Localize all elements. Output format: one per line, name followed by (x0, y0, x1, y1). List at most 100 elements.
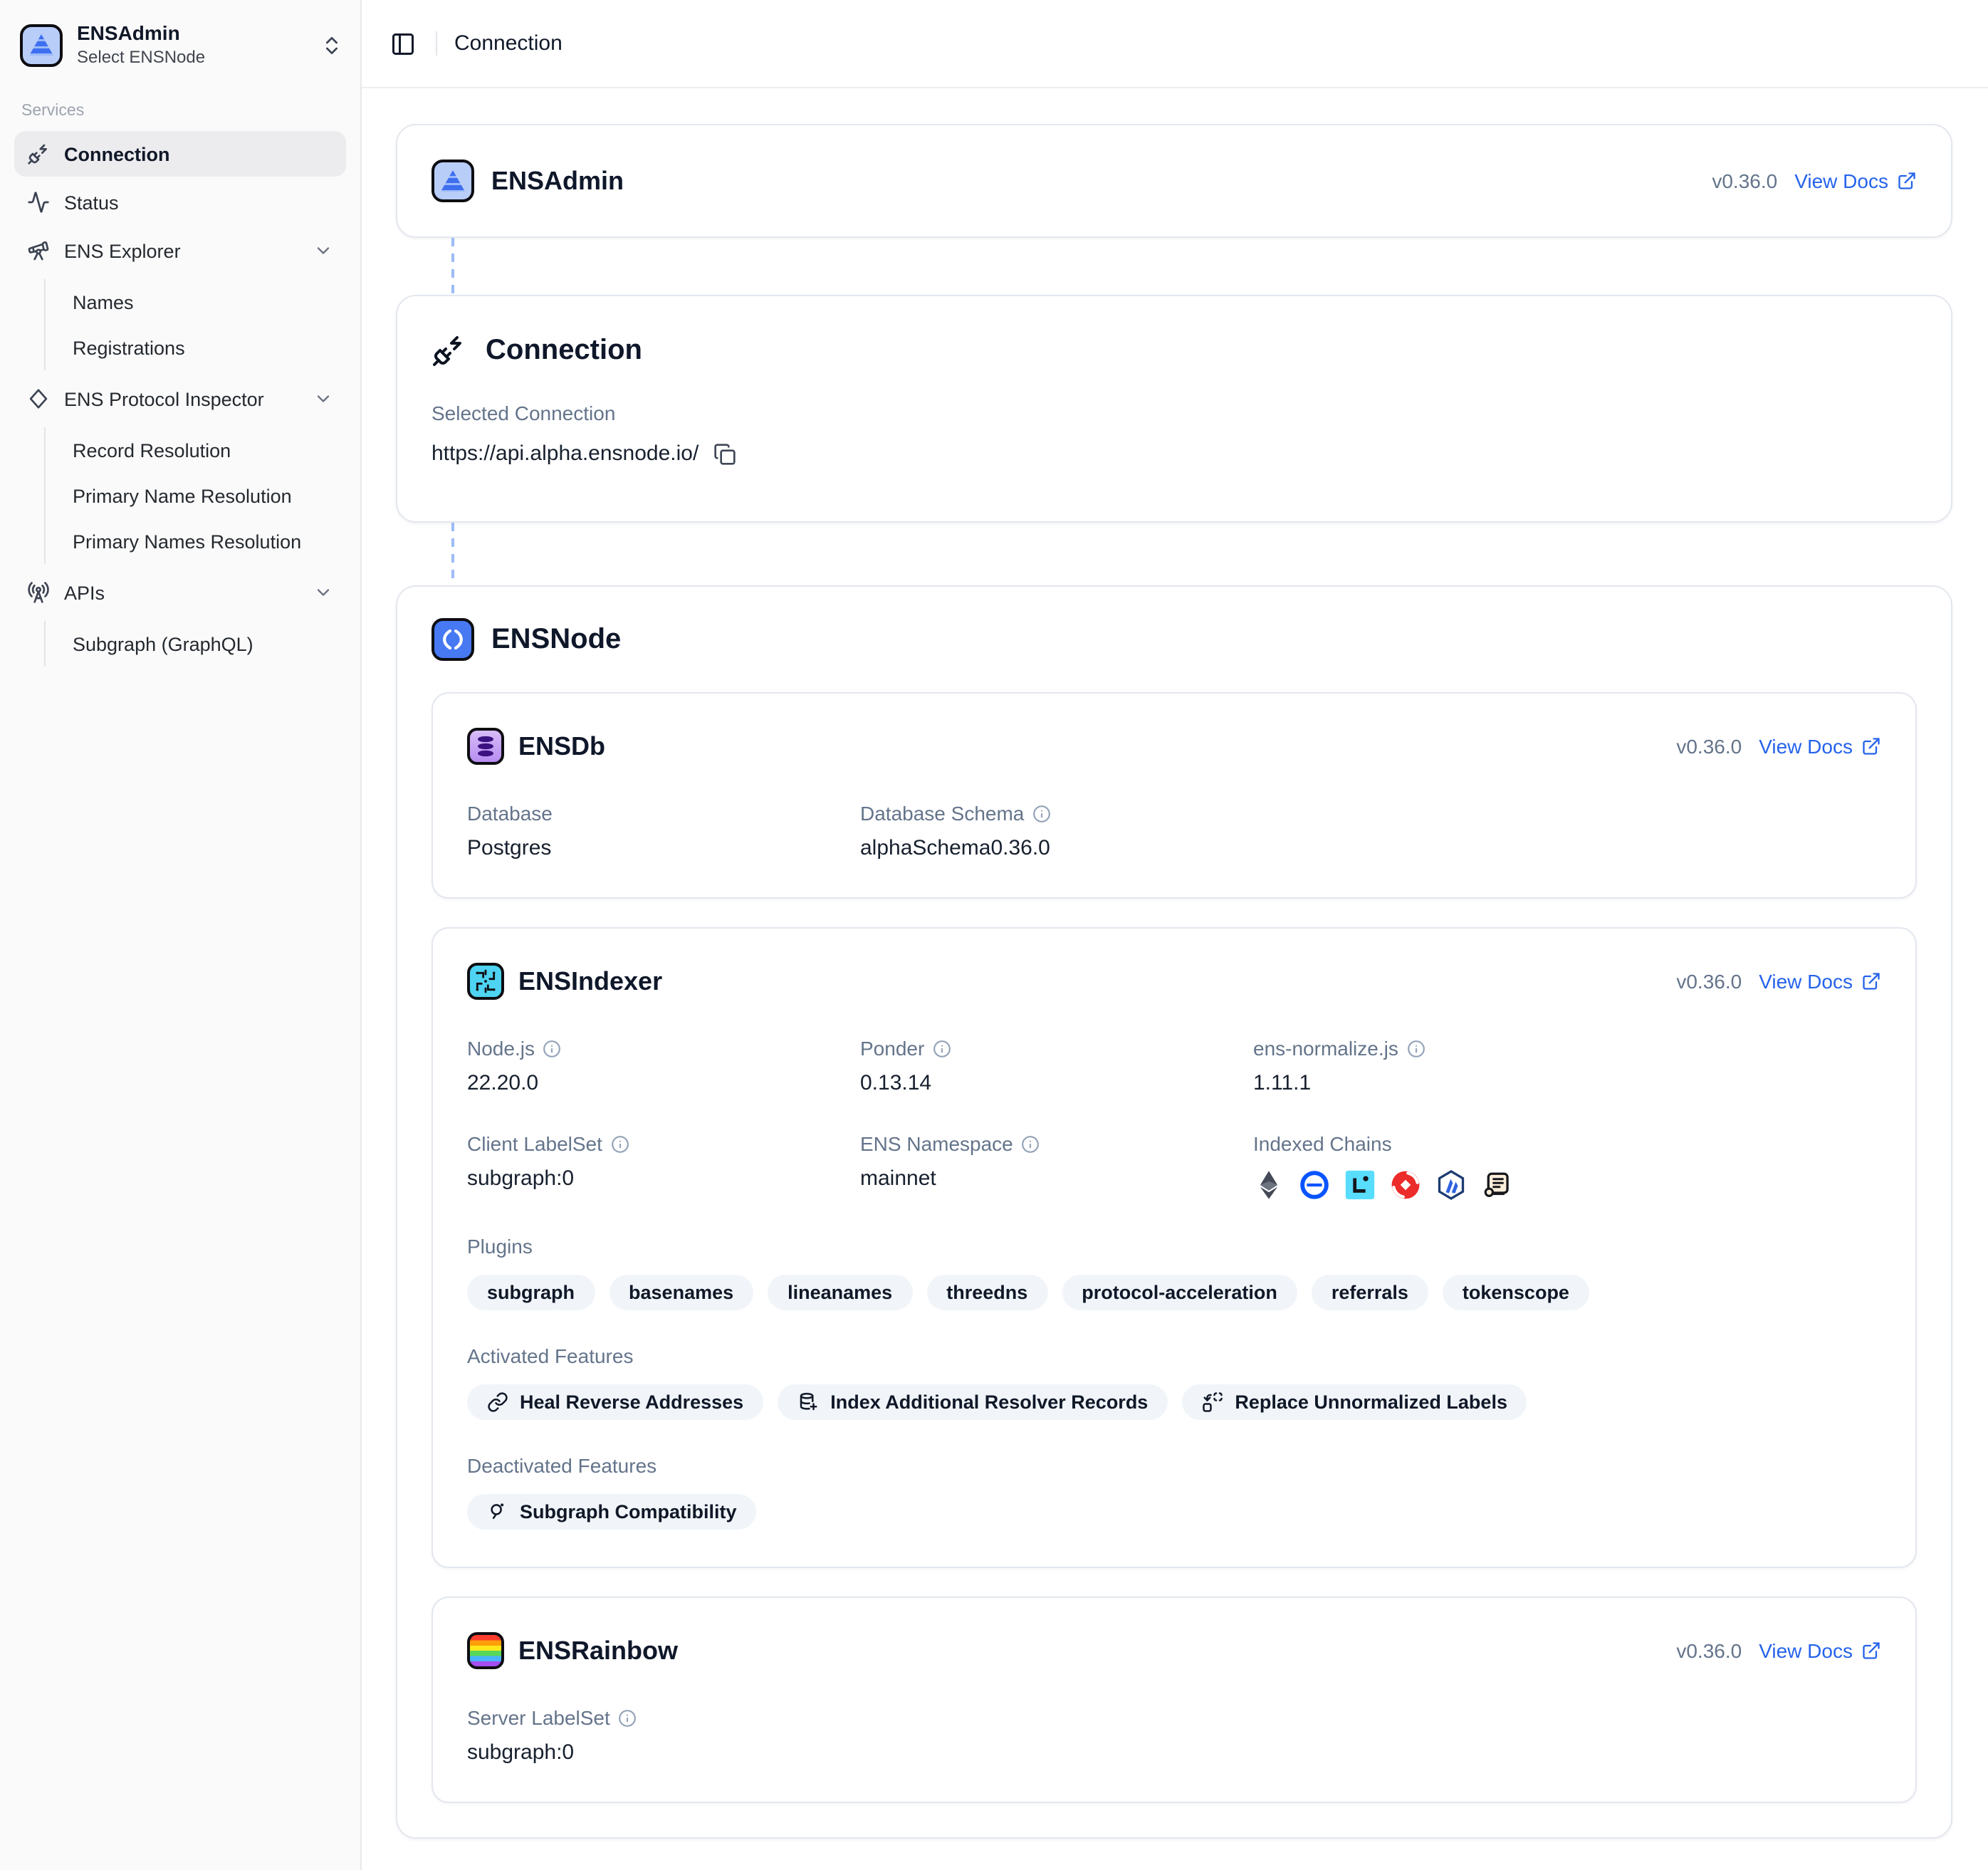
ethereum-chain-icon (1253, 1169, 1285, 1201)
plugin-badge-basenames: basenames (609, 1275, 753, 1310)
sidebar-subitems-ens-explorer: NamesRegistrations (44, 279, 346, 370)
feature-badge-label: Replace Unnormalized Labels (1235, 1391, 1507, 1413)
info-icon[interactable] (1032, 804, 1051, 822)
chevron-down-icon (313, 389, 333, 409)
app-subtitle: Select ENSNode (77, 47, 306, 68)
sidebar-item-connection[interactable]: Connection (14, 131, 346, 177)
sidebar-item-primary-names-resolution[interactable]: Primary Names Resolution (46, 518, 346, 564)
ensindexer-card-meta: v0.36.0 View Docs (1676, 970, 1881, 993)
selected-connection-row: https://api.alpha.ensnode.io/ (431, 442, 1917, 466)
version-badge: v0.36.0 (1712, 169, 1777, 192)
copy-icon (713, 442, 736, 465)
graph-icon (487, 1501, 508, 1522)
view-docs-link[interactable]: View Docs (1794, 169, 1917, 192)
deactivated-features-label: Deactivated Features (467, 1454, 1881, 1477)
database-icon (471, 732, 500, 761)
arbitrum-chain-icon (1435, 1169, 1467, 1201)
external-link-icon (1861, 1641, 1881, 1661)
ensnode-mark-icon (439, 625, 467, 654)
field-label: Database Schema (860, 802, 1024, 825)
content: ENSAdmin v0.36.0 View Docs Connection Se… (362, 88, 1988, 1870)
info-icon[interactable] (933, 1039, 951, 1057)
ensnode-logo (431, 618, 474, 661)
plugin-badge-referrals: referrals (1312, 1275, 1428, 1310)
card-connector (451, 238, 454, 295)
sidebar-item-names[interactable]: Names (46, 279, 346, 325)
ensindexer-card-title: ENSIndexer (518, 966, 662, 996)
sidebar-item-record-resolution[interactable]: Record Resolution (46, 427, 346, 473)
field-label: Ponder (860, 1037, 924, 1060)
sidebar-toggle-button[interactable] (382, 22, 424, 65)
field-label-row: Ponder (860, 1037, 1253, 1060)
field-label: ENS Namespace (860, 1132, 1013, 1155)
ensdb-card-header: ENSDb v0.36.0 View Docs (467, 728, 1881, 765)
field-label-row: ENS Namespace (860, 1132, 1253, 1155)
field-label-row: Database Schema (860, 802, 1253, 825)
copy-url-button[interactable] (713, 442, 737, 466)
ensdb-card: ENSDb v0.36.0 View Docs Database Postgres… (431, 692, 1917, 899)
sidebar-item-primary-name-resolution[interactable]: Primary Name Resolution (46, 473, 346, 518)
plugin-badge-lineanames: lineanames (768, 1275, 912, 1310)
view-docs-label: View Docs (1759, 735, 1853, 758)
info-icon[interactable] (1407, 1039, 1425, 1057)
ensrainbow-card-meta: v0.36.0 View Docs (1676, 1639, 1881, 1662)
database-plus-icon (797, 1391, 819, 1413)
field-label-row: Client LabelSet (467, 1132, 860, 1155)
info-icon[interactable] (543, 1039, 562, 1057)
external-link-icon (1861, 736, 1881, 756)
panel-left-icon (390, 31, 416, 56)
field-value: subgraph:0 (467, 1740, 860, 1765)
connection-url: https://api.alpha.ensnode.io/ (431, 442, 699, 466)
ens-diamond-icon (27, 387, 50, 410)
feature-badge-label: Subgraph Compatibility (520, 1501, 737, 1522)
sidebar-item-label: Connection (64, 143, 170, 164)
field-label-row: Database (467, 802, 860, 825)
sidebar-item-ens-protocol-inspector[interactable]: ENS Protocol Inspector (14, 376, 346, 422)
field-value: 1.11.1 (1253, 1071, 1881, 1095)
sidebar-item-apis[interactable]: APIs (14, 570, 346, 615)
ensadmin-card: ENSAdmin v0.36.0 View Docs (396, 124, 1952, 238)
activated-features-label: Activated Features (467, 1344, 1881, 1367)
link-icon (487, 1391, 508, 1413)
ensnode-card-title: ENSNode (491, 623, 621, 656)
sidebar-item-status[interactable]: Status (14, 179, 346, 225)
ensadmin-app: ENSAdmin Select ENSNode Services Connect… (0, 0, 1988, 1870)
ensadmin-card-title: ENSAdmin (491, 166, 624, 196)
ensindexer-card: ENSIndexer v0.36.0 View Docs Node.js22.2… (431, 927, 1917, 1568)
field-label-row: ens-normalize.js (1253, 1037, 1881, 1060)
radio-tower-icon (27, 581, 50, 604)
sidebar-app-titles: ENSAdmin Select ENSNode (77, 21, 306, 68)
ensnode-selector[interactable]: ENSAdmin Select ENSNode (0, 0, 360, 83)
field-ens-normalize-js: ens-normalize.js 1.11.1 (1253, 1037, 1881, 1095)
field-node-js: Node.js22.20.0 (467, 1037, 860, 1095)
field-label: Node.js (467, 1037, 535, 1060)
circuit-icon (471, 967, 500, 996)
view-docs-link[interactable]: View Docs (1759, 970, 1881, 993)
ensindexer-logo (467, 963, 504, 1000)
sidebar-item-subgraph-graphql[interactable]: Subgraph (GraphQL) (46, 621, 346, 667)
info-icon[interactable] (619, 1708, 637, 1727)
ensrainbow-card: ENSRainbow v0.36.0 View Docs Server Labe… (431, 1597, 1917, 1803)
field-value: alphaSchema0.36.0 (860, 836, 1253, 860)
info-icon[interactable] (611, 1134, 629, 1153)
sidebar-nav: Connection StatusENS Explorer NamesRegistr… (0, 131, 360, 669)
view-docs-link[interactable]: View Docs (1759, 1639, 1881, 1662)
selected-connection-label: Selected Connection (431, 402, 1917, 424)
plugin-badge-subgraph: subgraph (467, 1275, 595, 1310)
base-chain-icon (1299, 1169, 1330, 1201)
ensadmin-card-brand: ENSAdmin (431, 160, 624, 202)
chevrons-up-down-icon (320, 33, 343, 56)
field-ponder: Ponder0.13.14 (860, 1037, 1253, 1095)
feature-badge-label: Heal Reverse Addresses (520, 1391, 743, 1413)
activity-icon (27, 191, 50, 214)
view-docs-label: View Docs (1794, 169, 1888, 192)
field-value: Postgres (467, 836, 860, 860)
sidebar-item-ens-explorer[interactable]: ENS Explorer (14, 228, 346, 273)
view-docs-link[interactable]: View Docs (1759, 735, 1881, 758)
sidebar-item-registrations[interactable]: Registrations (46, 325, 346, 370)
info-icon[interactable] (1022, 1134, 1040, 1153)
field-database: Database Postgres (467, 802, 860, 860)
connection-card: Connection Selected Connection https://a… (396, 295, 1952, 523)
field-label: ens-normalize.js (1253, 1037, 1398, 1060)
sidebar: ENSAdmin Select ENSNode Services Connect… (0, 0, 362, 1870)
